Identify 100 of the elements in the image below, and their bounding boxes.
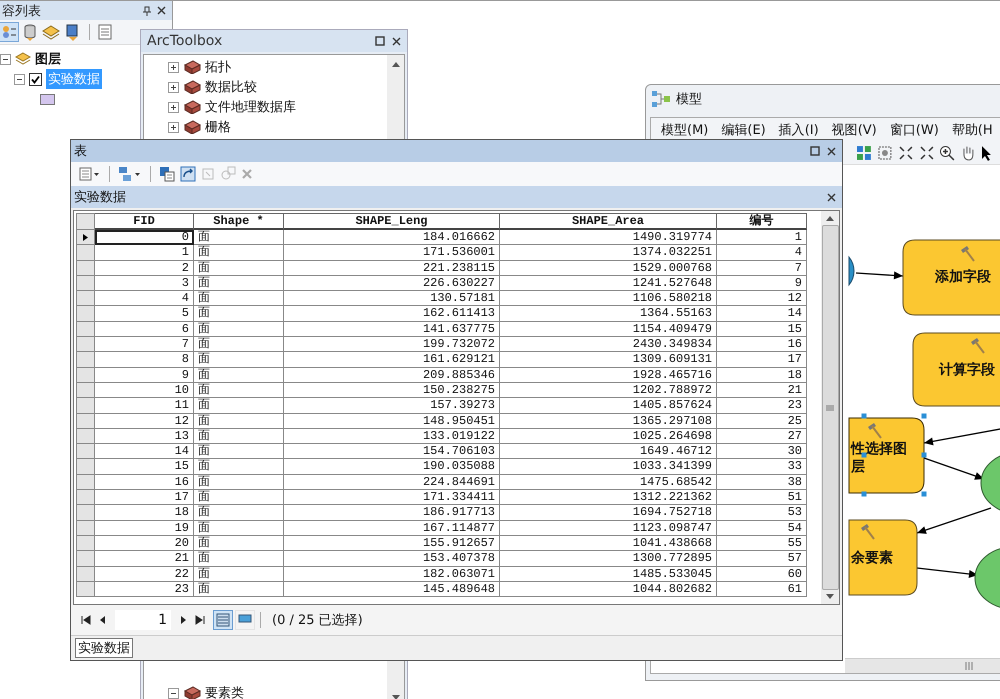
table-cell: 162.611413 [284, 306, 500, 322]
list-order-icon[interactable] [0, 23, 18, 41]
table-cell: 141.637775 [284, 322, 500, 338]
related-tables-icon[interactable] [118, 166, 142, 182]
table-cell: 面 [194, 459, 284, 475]
output-node[interactable] [974, 546, 1000, 610]
close-icon[interactable] [392, 36, 401, 46]
select-by-attributes-icon[interactable] [159, 166, 175, 182]
grid-icon[interactable] [856, 145, 872, 161]
toolbox-icon [183, 686, 201, 699]
expand-icon[interactable] [168, 82, 179, 92]
table-options-icon[interactable] [79, 167, 101, 181]
table-cell: 1 [717, 230, 807, 246]
table-cell: 面 [194, 306, 284, 322]
full-extent-icon[interactable] [876, 145, 893, 161]
expand-icon[interactable] [918, 145, 934, 161]
table-cell: 4 [717, 245, 807, 261]
previous-record-icon[interactable] [99, 615, 107, 625]
column-header[interactable]: Shape * [194, 213, 284, 230]
table-cell: 7 [95, 337, 194, 352]
tool-node[interactable] [848, 418, 924, 494]
scrollbar[interactable] [845, 658, 1000, 673]
maximize-icon[interactable] [375, 36, 385, 46]
hammer-icon [961, 246, 975, 262]
list-icon [216, 613, 230, 627]
column-header[interactable]: SHAPE_Area [500, 213, 717, 230]
layer-group-label[interactable]: 图层 [35, 50, 61, 68]
table-cell: 17 [95, 490, 194, 506]
table-cell: 1 [95, 245, 194, 261]
layer-checkbox[interactable] [29, 72, 42, 86]
scroll-up-icon[interactable] [826, 215, 834, 221]
row-header[interactable] [76, 230, 95, 246]
close-icon[interactable] [157, 6, 166, 15]
table-cell: 148.950451 [284, 414, 500, 429]
table-cell: 11 [95, 398, 194, 414]
selected-records-button[interactable] [235, 610, 255, 630]
table-cell: 1312.221362 [500, 490, 717, 506]
table-cell: 171.536001 [284, 245, 500, 261]
table-cell: 182.063071 [284, 566, 500, 582]
toolbox-label[interactable]: 文件地理数据库 [205, 98, 296, 116]
last-record-icon[interactable] [195, 615, 205, 625]
table-cell: 面 [194, 230, 284, 246]
table-cell: 145.489648 [284, 582, 500, 598]
column-header[interactable]: FID [95, 213, 194, 230]
toolbox-label[interactable]: 要素类 [205, 684, 244, 699]
database-icon[interactable] [22, 23, 38, 41]
collapse-icon[interactable] [168, 688, 179, 698]
collapse-icon[interactable] [0, 54, 11, 64]
tool-node[interactable] [848, 520, 918, 596]
toolbox-label[interactable]: 拓扑 [205, 58, 231, 76]
switch-selection-icon[interactable] [180, 166, 196, 182]
layers-icon[interactable] [42, 23, 60, 41]
options-icon[interactable] [97, 24, 113, 40]
table-tab[interactable]: 实验数据 [74, 188, 126, 206]
input-node[interactable] [848, 256, 854, 286]
table-cell: 19 [95, 520, 194, 536]
scroll-down-icon[interactable] [826, 594, 834, 600]
record-field[interactable]: 1 [115, 610, 171, 630]
menu-item[interactable]: 编辑(E) [721, 121, 766, 139]
next-record-icon[interactable] [179, 615, 187, 625]
table-cell: 16 [95, 474, 194, 490]
tool-node[interactable] [912, 332, 1000, 406]
tool-node[interactable] [902, 240, 1000, 316]
maximize-icon[interactable] [810, 146, 820, 156]
close-icon[interactable] [827, 192, 836, 202]
table-cell: 153.407378 [284, 551, 500, 567]
table-cell: 57 [717, 551, 807, 567]
all-records-button[interactable] [213, 610, 233, 630]
expand-icon[interactable] [168, 62, 179, 72]
table-cell: 1490.319774 [500, 230, 717, 246]
collapse-icon[interactable] [14, 74, 25, 84]
menu-item[interactable]: 视图(V) [832, 121, 877, 139]
menu-item[interactable]: 插入(I) [778, 121, 819, 139]
expand-icon[interactable] [168, 122, 179, 132]
column-header[interactable]: 编号 [717, 213, 807, 230]
menu-item[interactable]: 窗口(W) [890, 121, 939, 139]
toolbox-label[interactable]: 数据比较 [205, 78, 257, 96]
table-tab[interactable]: 实验数据 [75, 638, 133, 658]
expand-icon[interactable] [168, 102, 179, 112]
scroll-thumb[interactable] [822, 225, 838, 590]
corner-cell[interactable] [76, 213, 95, 230]
grip-icon[interactable] [965, 662, 973, 670]
table-cell: 61 [717, 582, 807, 598]
shrink-icon[interactable] [898, 145, 914, 161]
table-cell: 130.57181 [284, 291, 500, 306]
menu-item[interactable]: 帮助(H [952, 121, 993, 139]
zoom-in-icon[interactable] [939, 145, 956, 161]
toolbox-label[interactable]: 栅格 [205, 118, 231, 136]
scroll-up-icon[interactable] [392, 61, 400, 67]
pointer-icon[interactable] [981, 145, 994, 161]
column-header[interactable]: SHAPE_Leng [284, 213, 500, 230]
first-record-icon[interactable] [81, 615, 91, 625]
table-cell: 30 [717, 444, 807, 460]
table-cell: 1364.55163 [500, 306, 717, 322]
close-icon[interactable] [827, 146, 836, 156]
table-cell: 面 [194, 474, 284, 490]
polygon-symbol[interactable] [40, 94, 55, 104]
menu-item[interactable]: 模型(M) [661, 121, 708, 139]
pin-icon[interactable] [143, 6, 151, 16]
table-cell: 171.334411 [284, 490, 500, 506]
